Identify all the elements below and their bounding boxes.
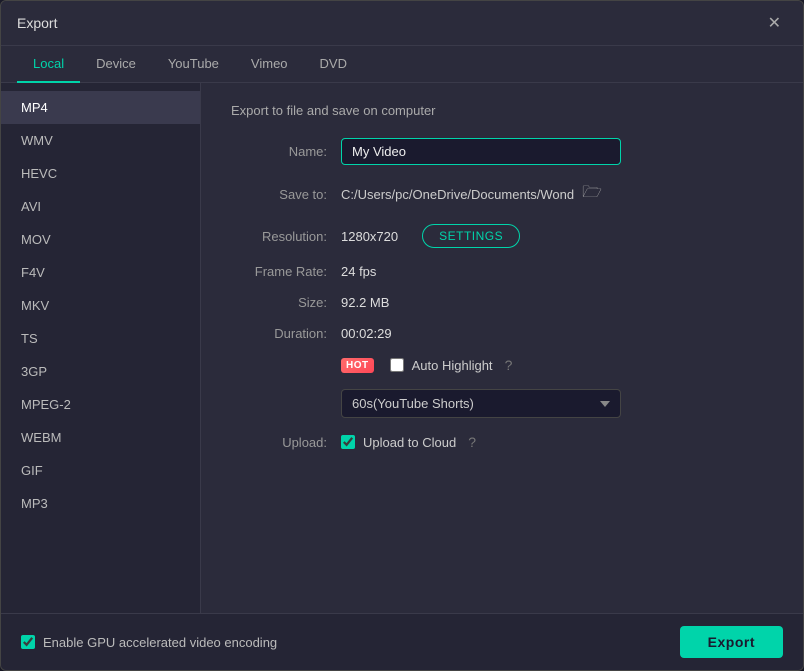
save-path-container: C:/Users/pc/OneDrive/Documents/Wond 🗁 [341,181,602,208]
sidebar-item-mkv[interactable]: MKV [1,289,200,322]
sidebar-item-mpeg2[interactable]: MPEG-2 [1,388,200,421]
upload-cloud-checkbox[interactable] [341,435,355,449]
close-button[interactable]: ✕ [762,11,787,35]
name-label: Name: [231,144,341,159]
sidebar-item-ts[interactable]: TS [1,322,200,355]
main-panel: Export to file and save on computer Name… [201,83,803,613]
duration-value: 00:02:29 [341,326,392,341]
auto-highlight-help-icon[interactable]: ? [505,357,513,373]
resolution-row: Resolution: 1280x720 SETTINGS [231,224,773,248]
gpu-checkbox[interactable] [21,635,35,649]
auto-highlight-group: HOT Auto Highlight ? [341,357,512,373]
save-to-row: Save to: C:/Users/pc/OneDrive/Documents/… [231,181,773,208]
upload-group: Upload to Cloud ? [341,434,476,450]
gpu-row: Enable GPU accelerated video encoding [21,635,277,650]
resolution-value: 1280x720 [341,229,398,244]
highlight-dropdown-row: 60s(YouTube Shorts) 30s 15s [231,389,773,418]
name-row: Name: [231,138,773,165]
tab-device[interactable]: Device [80,46,152,83]
save-to-label: Save to: [231,187,341,202]
footer: Enable GPU accelerated video encoding Ex… [1,613,803,670]
section-title: Export to file and save on computer [231,103,773,118]
folder-icon[interactable]: 🗁 [582,181,602,208]
settings-button[interactable]: SETTINGS [422,224,520,248]
save-path-text: C:/Users/pc/OneDrive/Documents/Wond [341,187,574,202]
sidebar-item-webm[interactable]: WEBM [1,421,200,454]
export-button[interactable]: Export [680,626,783,658]
size-value: 92.2 MB [341,295,389,310]
upload-row: Upload: Upload to Cloud ? [231,434,773,450]
gpu-label[interactable]: Enable GPU accelerated video encoding [43,635,277,650]
size-label: Size: [231,295,341,310]
sidebar-item-3gp[interactable]: 3GP [1,355,200,388]
highlight-duration-dropdown[interactable]: 60s(YouTube Shorts) 30s 15s [341,389,621,418]
sidebar-item-mp4[interactable]: MP4 [1,91,200,124]
tab-youtube[interactable]: YouTube [152,46,235,83]
auto-highlight-row: HOT Auto Highlight ? [231,357,773,373]
sidebar-item-mov[interactable]: MOV [1,223,200,256]
duration-row: Duration: 00:02:29 [231,326,773,341]
sidebar-item-gif[interactable]: GIF [1,454,200,487]
size-row: Size: 92.2 MB [231,295,773,310]
sidebar-item-f4v[interactable]: F4V [1,256,200,289]
export-window: Export ✕ Local Device YouTube Vimeo DVD … [0,0,804,671]
duration-label: Duration: [231,326,341,341]
hot-badge: HOT [341,358,374,373]
auto-highlight-checkbox[interactable] [390,358,404,372]
tab-vimeo[interactable]: Vimeo [235,46,304,83]
content-area: MP4 WMV HEVC AVI MOV F4V MKV TS 3GP MPEG… [1,83,803,613]
sidebar-item-avi[interactable]: AVI [1,190,200,223]
auto-highlight-label[interactable]: Auto Highlight [412,358,493,373]
window-title: Export [17,15,57,31]
format-sidebar: MP4 WMV HEVC AVI MOV F4V MKV TS 3GP MPEG… [1,83,201,613]
framerate-value: 24 fps [341,264,376,279]
upload-label: Upload: [231,435,341,450]
sidebar-item-hevc[interactable]: HEVC [1,157,200,190]
sidebar-item-wmv[interactable]: WMV [1,124,200,157]
name-input[interactable] [341,138,621,165]
tab-bar: Local Device YouTube Vimeo DVD [1,46,803,83]
sidebar-item-mp3[interactable]: MP3 [1,487,200,520]
framerate-label: Frame Rate: [231,264,341,279]
tab-local[interactable]: Local [17,46,80,83]
tab-dvd[interactable]: DVD [304,46,363,83]
framerate-row: Frame Rate: 24 fps [231,264,773,279]
upload-cloud-label[interactable]: Upload to Cloud [363,435,456,450]
resolution-label: Resolution: [231,229,341,244]
upload-help-icon[interactable]: ? [468,434,476,450]
titlebar: Export ✕ [1,1,803,46]
